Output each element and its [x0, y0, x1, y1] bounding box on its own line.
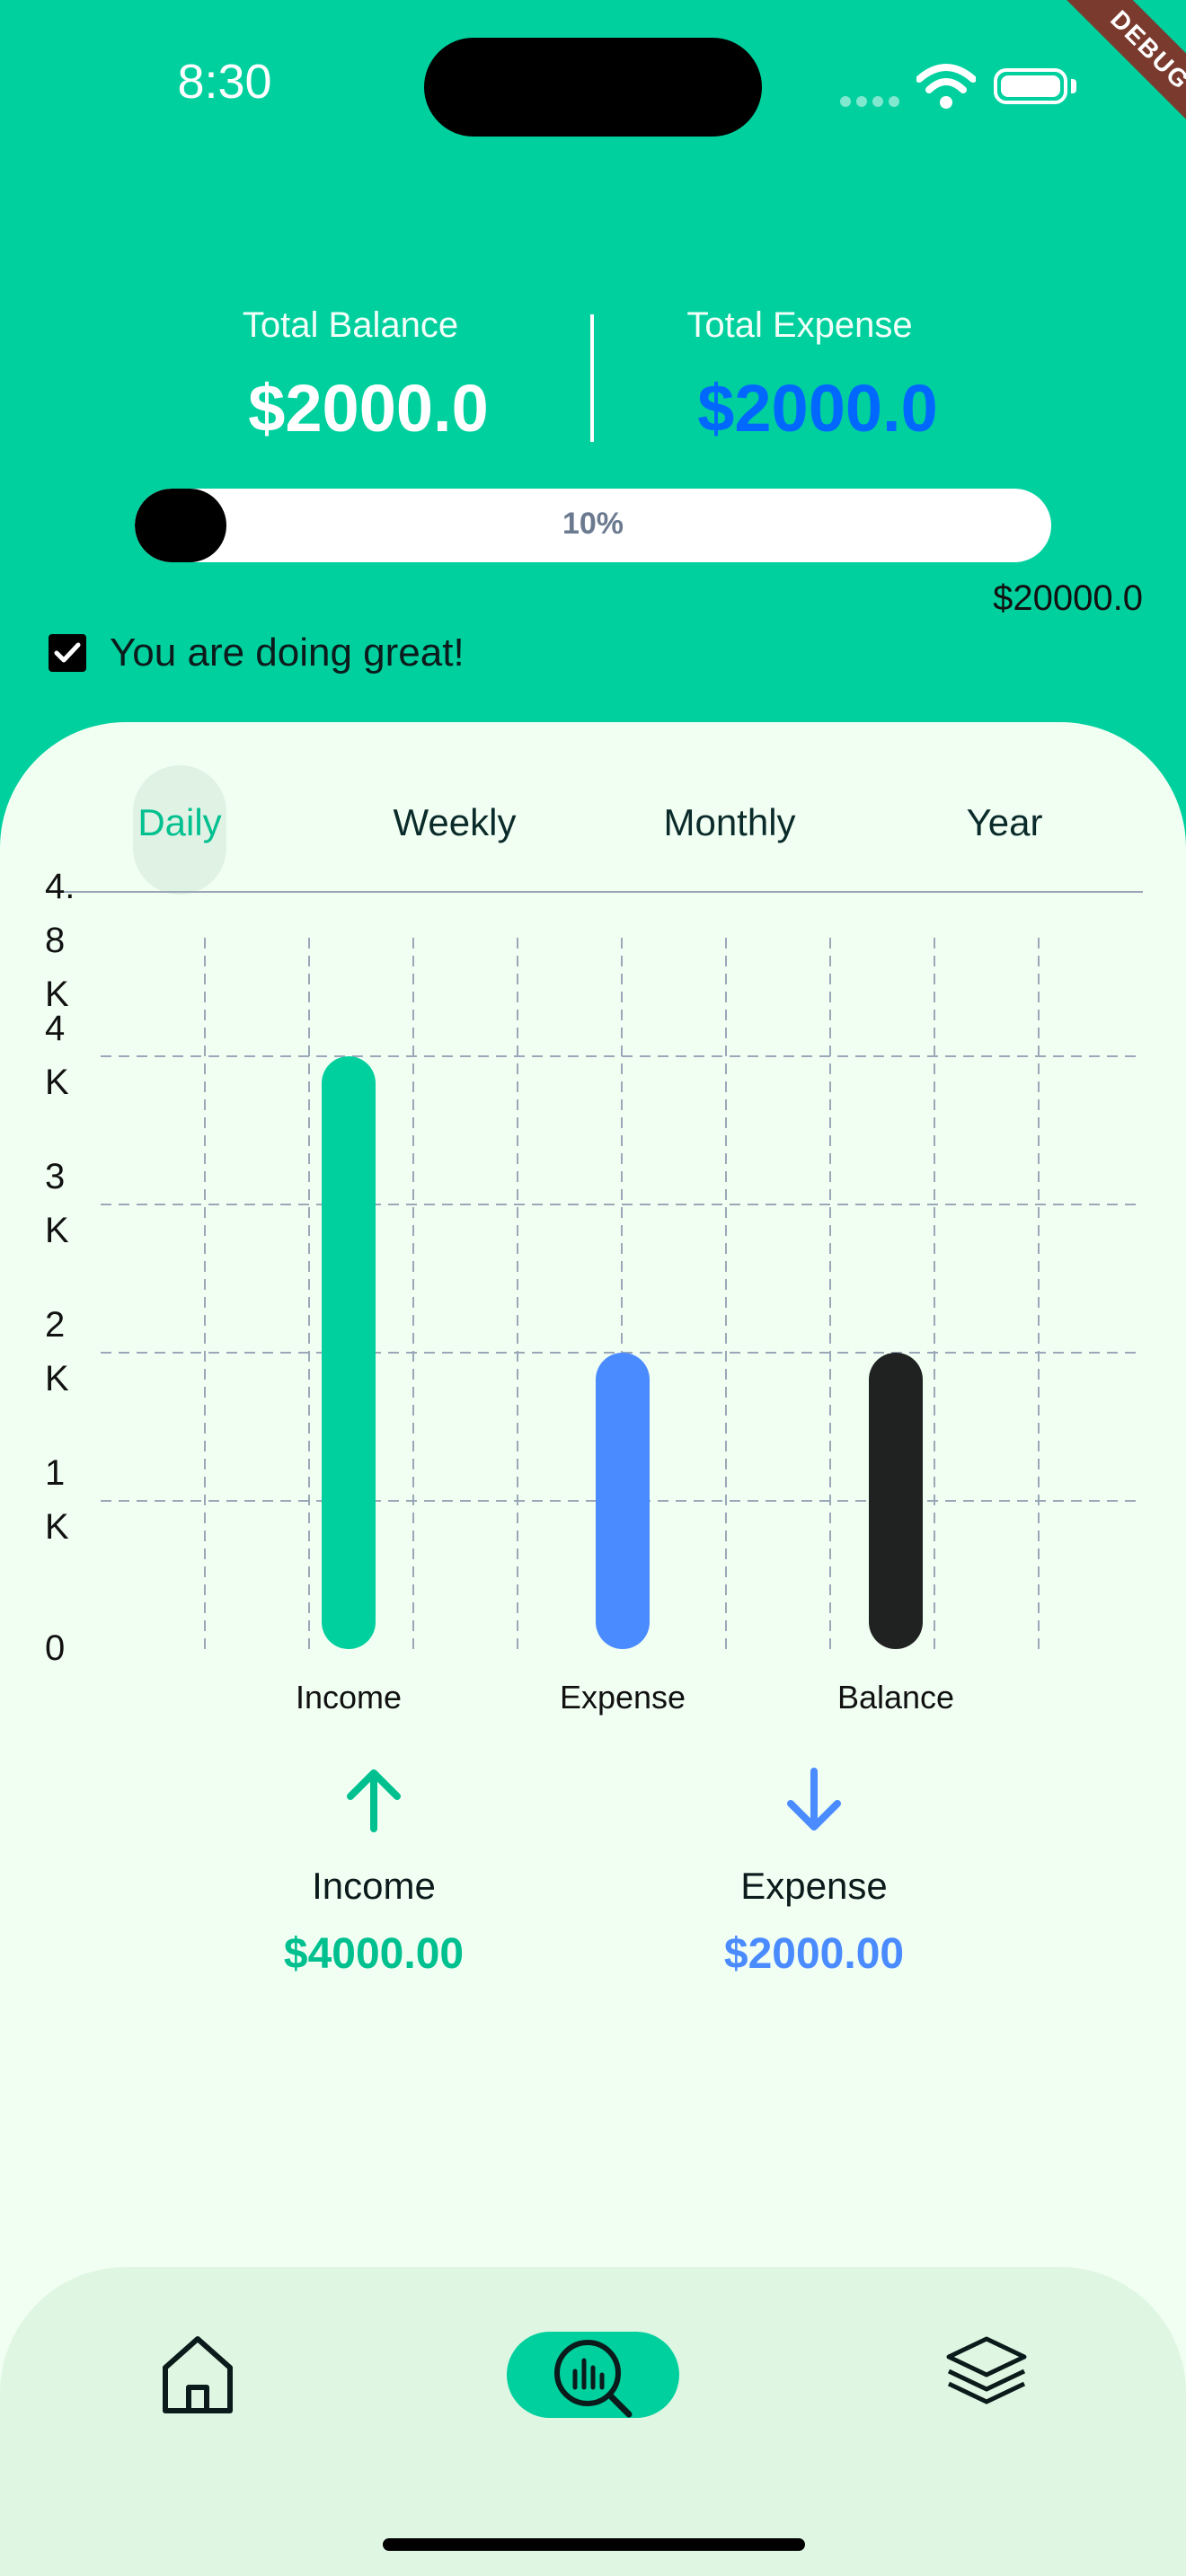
y-tick-label: 4. 8 K [45, 867, 75, 1014]
y-tick-label: 2K [45, 1305, 69, 1398]
status-message: You are doing great! [110, 631, 465, 675]
checkmark-icon [54, 642, 81, 663]
income-expense-chart: 0 1 K 2 K 3 K 4 K4. 8 K Income Expense Balance [45, 867, 1143, 1716]
budget-progress-bar: 10% [135, 489, 1051, 562]
x-tick-label: Income [296, 1679, 402, 1716]
tab-monthly[interactable]: Monthly [622, 801, 837, 844]
header-divider [590, 314, 594, 442]
total-balance-label: Total Balance [242, 305, 459, 345]
bar-balance [869, 1353, 923, 1649]
layers-icon[interactable] [945, 2335, 1028, 2412]
goal-amount: $20000.0 [993, 578, 1143, 618]
expense-arrow-icon [778, 1764, 850, 1840]
home-icon[interactable] [160, 2333, 235, 2421]
x-tick-label: Expense [560, 1679, 686, 1716]
y-tick-label: 3K [45, 1157, 69, 1250]
total-expense-label: Total Expense [686, 305, 913, 345]
income-label: Income [312, 1865, 436, 1907]
tab-year[interactable]: Year [897, 801, 1112, 844]
cellular-signal-icon [840, 95, 905, 111]
tab-daily[interactable]: Daily [72, 801, 288, 844]
total-balance-value: $2000.0 [248, 371, 489, 446]
home-indicator [383, 2538, 805, 2551]
status-time: 8:30 [177, 55, 272, 109]
income-arrow-icon [338, 1764, 410, 1840]
y-tick-label: 1K [45, 1453, 69, 1547]
bar-income [322, 1056, 376, 1649]
progress-percent: 10% [562, 507, 624, 541]
y-tick-label: 0 [45, 1628, 65, 1668]
y-tick-label: 4K [45, 1009, 69, 1102]
total-expense-value: $2000.0 [697, 371, 938, 446]
battery-icon [994, 68, 1067, 104]
battery-tip [1071, 79, 1076, 93]
status-checkbox[interactable] [49, 634, 86, 672]
x-tick-label: Balance [837, 1679, 954, 1716]
wifi-icon [916, 63, 977, 114]
expense-label: Expense [740, 1865, 888, 1907]
tab-weekly[interactable]: Weekly [347, 801, 562, 844]
analysis-icon [550, 2335, 636, 2422]
expense-value: $2000.00 [723, 1930, 905, 1978]
bar-expense [596, 1353, 650, 1649]
dynamic-island [424, 38, 762, 137]
income-value: $4000.00 [283, 1930, 465, 1978]
